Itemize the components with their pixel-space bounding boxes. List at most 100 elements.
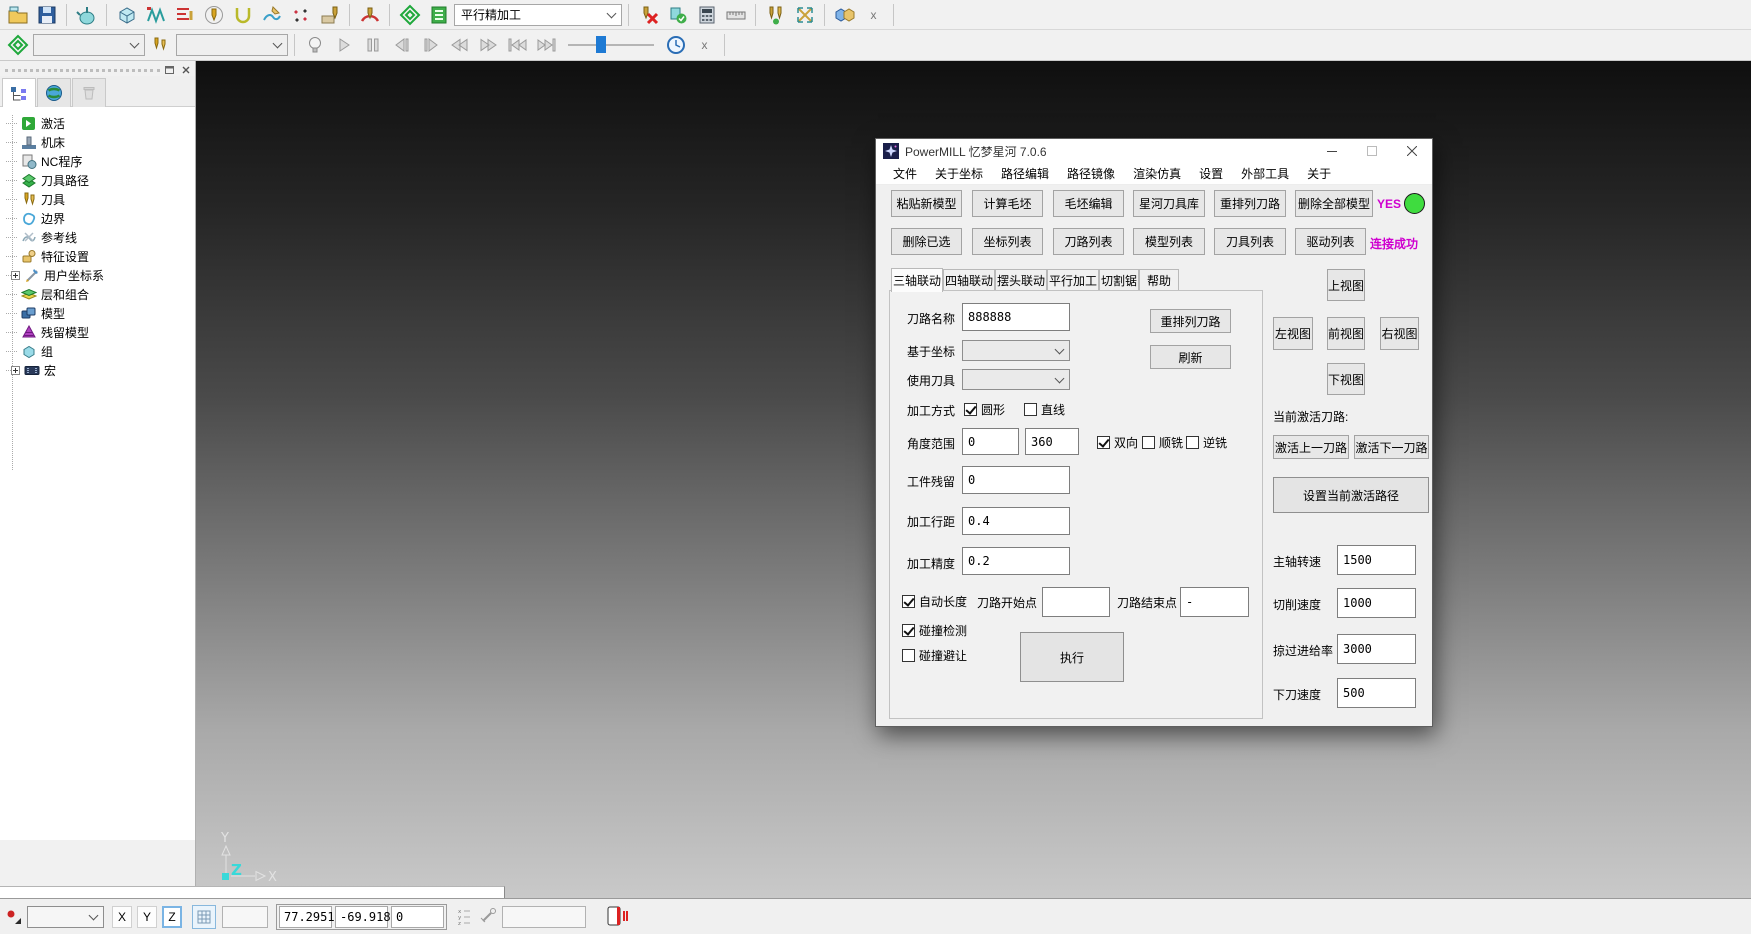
expand-plus-icon[interactable]: [11, 366, 20, 375]
activate-next-toolpath-button[interactable]: 激活下一刀路: [1354, 435, 1429, 459]
points-button[interactable]: [287, 2, 314, 28]
axis-x-button[interactable]: X: [112, 906, 132, 928]
stepover-input[interactable]: 0.4: [962, 507, 1070, 535]
view-bottom-button[interactable]: 下视图: [1327, 363, 1365, 395]
scale-button[interactable]: [791, 2, 818, 28]
climb-mill-checkbox[interactable]: 顺铣: [1142, 434, 1183, 451]
tab-parallel[interactable]: 平行加工: [1047, 269, 1099, 291]
angle-to-input[interactable]: 360: [1025, 428, 1079, 455]
rewind-button[interactable]: [446, 32, 473, 58]
grid-size-field[interactable]: [222, 906, 268, 928]
tab-web[interactable]: [37, 78, 71, 107]
draw-mode-button[interactable]: [5, 908, 23, 929]
menu-external-tools[interactable]: 外部工具: [1232, 165, 1298, 182]
step-forward-button[interactable]: [417, 32, 444, 58]
tab-help[interactable]: 帮助: [1139, 269, 1179, 291]
execute-button[interactable]: 执行: [1020, 632, 1124, 682]
paste-new-model-button[interactable]: 粘贴新模型: [891, 190, 962, 217]
skip-to-end-button[interactable]: [533, 32, 560, 58]
tab-3axis[interactable]: 三轴联动: [891, 268, 943, 292]
verify-tool-button[interactable]: [664, 2, 691, 28]
sim-toolpath-dropdown[interactable]: [33, 34, 145, 56]
tab-4axis[interactable]: 四轴联动: [943, 269, 995, 291]
grid-toggle-button[interactable]: [192, 905, 216, 929]
pour-tool-button[interactable]: [73, 2, 100, 28]
tree-item-toolpaths[interactable]: 刀具路径: [0, 171, 195, 190]
powermill-logo-button[interactable]: [396, 2, 423, 28]
menu-about-coords[interactable]: 关于坐标: [926, 165, 992, 182]
panel-reorder-button[interactable]: 重排列刀路: [1150, 309, 1231, 333]
axis-y-button[interactable]: Y: [137, 906, 157, 928]
pattern-button[interactable]: [258, 2, 285, 28]
skim-feed-input[interactable]: 3000: [1337, 634, 1416, 664]
axis-z-button[interactable]: Z: [162, 906, 182, 928]
line-mode-checkbox[interactable]: 直线: [1024, 401, 1065, 418]
strategy-dropdown[interactable]: 平行精加工: [454, 4, 622, 26]
calculator-button[interactable]: [693, 2, 720, 28]
close-button[interactable]: [1392, 139, 1432, 163]
toolpath-list-button[interactable]: 刀路列表: [1053, 228, 1124, 255]
delete-selected-button[interactable]: 删除已选: [891, 228, 962, 255]
tab-swivel-head[interactable]: 摆头联动: [995, 269, 1047, 291]
tab-cutting-saw[interactable]: 切割锯: [1099, 269, 1139, 291]
tool-block-button[interactable]: [316, 2, 343, 28]
block-button[interactable]: [113, 2, 140, 28]
compare-models-button[interactable]: [831, 2, 858, 28]
angle-from-input[interactable]: 0: [962, 428, 1019, 455]
menu-settings[interactable]: 设置: [1190, 165, 1232, 182]
circle-mode-checkbox[interactable]: 圆形: [964, 401, 1005, 418]
start-point-input[interactable]: [1042, 587, 1110, 617]
plunge-feed-input[interactable]: 500: [1337, 678, 1416, 708]
activate-prev-toolpath-button[interactable]: 激活上一刀路: [1273, 435, 1349, 459]
measure-field[interactable]: [502, 906, 586, 928]
delete-all-models-button[interactable]: 删除全部模型: [1295, 190, 1373, 217]
conventional-mill-checkbox[interactable]: 逆铣: [1186, 434, 1227, 451]
save-project-button[interactable]: [33, 2, 60, 28]
drive-list-button[interactable]: 驱动列表: [1295, 228, 1366, 255]
toolpath-name-input[interactable]: 888888: [962, 303, 1070, 331]
tool-button[interactable]: [200, 2, 227, 28]
tool-list-button[interactable]: 刀具列表: [1214, 228, 1286, 255]
window-toggle-button[interactable]: [606, 905, 630, 930]
view-left-button[interactable]: 左视图: [1273, 317, 1313, 350]
tree-item-patterns[interactable]: 参考线: [0, 228, 195, 247]
calc-stock-button[interactable]: 计算毛坯: [972, 190, 1043, 217]
base-coord-select[interactable]: [962, 340, 1070, 361]
menu-path-edit[interactable]: 路径编辑: [992, 165, 1058, 182]
delete-tool-button[interactable]: [635, 2, 662, 28]
cutting-feed-input[interactable]: 1000: [1337, 588, 1416, 618]
tree-item-nc-program[interactable]: NC程序: [0, 152, 195, 171]
tree-item-machine[interactable]: 机床: [0, 133, 195, 152]
panel-float-button[interactable]: [163, 64, 176, 76]
spindle-speed-input[interactable]: 1500: [1337, 545, 1416, 575]
simulation-speed-slider[interactable]: [568, 35, 654, 55]
strategy-list-button[interactable]: [425, 2, 452, 28]
collision-check-checkbox[interactable]: 碰撞检测: [902, 622, 967, 639]
tree-item-workplanes[interactable]: 用户坐标系: [0, 266, 195, 285]
auto-length-checkbox[interactable]: 自动长度: [902, 593, 967, 610]
sim-time-button[interactable]: [662, 32, 689, 58]
feedrate-button[interactable]: [142, 2, 169, 28]
workplane-dropdown[interactable]: [27, 906, 104, 928]
tree-item-models[interactable]: 模型: [0, 304, 195, 323]
sim-toolbar-close-button[interactable]: x: [691, 32, 718, 58]
play-button[interactable]: [330, 32, 357, 58]
probe-button[interactable]: [478, 907, 498, 928]
tree-item-levels[interactable]: 层和组合: [0, 285, 195, 304]
tree-item-groups[interactable]: 组: [0, 342, 195, 361]
tab-recycle-bin[interactable]: [72, 78, 106, 107]
pause-button[interactable]: [359, 32, 386, 58]
shade-toggle-button[interactable]: [301, 32, 328, 58]
tree-item-macros[interactable]: 宏: [0, 361, 195, 380]
tool-library-button[interactable]: 星河刀具库: [1133, 190, 1205, 217]
coord-list-button[interactable]: 坐标列表: [972, 228, 1043, 255]
use-tool-select[interactable]: [962, 369, 1070, 390]
set-active-path-button[interactable]: 设置当前激活路径: [1273, 477, 1429, 513]
panel-grip[interactable]: [5, 69, 160, 72]
view-right-button[interactable]: 右视图: [1380, 317, 1419, 350]
measure-button[interactable]: [722, 2, 749, 28]
view-top-button[interactable]: 上视图: [1327, 269, 1365, 301]
dialog-titlebar[interactable]: PowerMILL 忆梦星河 7.0.6: [876, 139, 1432, 163]
both-direction-checkbox[interactable]: 双向: [1097, 434, 1138, 451]
panel-close-button[interactable]: [179, 64, 192, 76]
